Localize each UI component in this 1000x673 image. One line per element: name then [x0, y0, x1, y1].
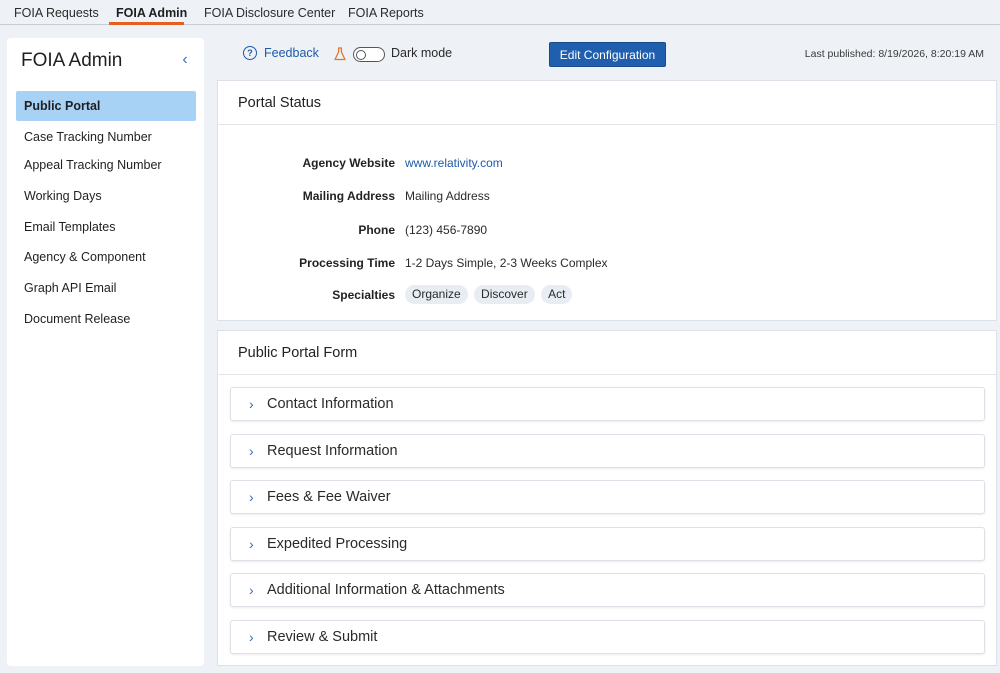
feedback-label: Feedback: [264, 46, 319, 60]
field-label: Specialties: [332, 288, 395, 302]
sidebar-title: FOIA Admin: [21, 50, 123, 71]
section-label: Expedited Processing: [267, 536, 408, 552]
field-label: Processing Time: [299, 256, 395, 270]
section-label: Review & Submit: [267, 629, 378, 645]
active-tab-indicator: [109, 22, 184, 25]
specialty-chip: Organize: [405, 285, 468, 304]
dark-mode-toggle[interactable]: [353, 47, 385, 62]
sidebar-item-email-templates[interactable]: Email Templates: [16, 212, 196, 242]
edit-configuration-button[interactable]: Edit Configuration: [549, 42, 666, 67]
sidebar-item-public-portal[interactable]: Public Portal: [16, 91, 196, 121]
help-circle-icon: ?: [243, 46, 257, 60]
field-value: Mailing Address: [405, 189, 490, 203]
field-label: Agency Website: [302, 156, 395, 170]
tab-foia-reports[interactable]: FOIA Reports: [348, 6, 424, 20]
status-row-agency-website: Agency Website www.relativity.com: [218, 154, 998, 172]
field-value: (123) 456-7890: [405, 223, 488, 237]
portal-status-card: Portal Status Agency Website www.relativ…: [217, 80, 997, 321]
portal-status-title: Portal Status: [218, 81, 996, 125]
agency-website-link[interactable]: www.relativity.com: [405, 156, 503, 170]
status-row-specialties: Specialties Organize Discover Act: [218, 285, 998, 307]
sidebar-item-case-tracking-number[interactable]: Case Tracking Number: [16, 122, 196, 152]
top-navigation: FOIA Requests FOIA Admin FOIA Disclosure…: [0, 0, 1000, 25]
section-contact-information[interactable]: › Contact Information: [230, 387, 985, 421]
section-additional-information-attachments[interactable]: › Additional Information & Attachments: [230, 573, 985, 607]
chevron-right-icon: ›: [249, 536, 254, 552]
field-label: Mailing Address: [302, 189, 395, 203]
section-label: Request Information: [267, 443, 398, 459]
section-label: Additional Information & Attachments: [267, 582, 505, 598]
field-label: Phone: [358, 223, 395, 237]
chevron-right-icon: ›: [249, 443, 254, 459]
chevron-left-icon[interactable]: ‹: [177, 51, 193, 69]
feedback-link[interactable]: ? Feedback: [243, 46, 319, 60]
tab-foia-admin[interactable]: FOIA Admin: [116, 6, 187, 20]
sidebar-item-document-release[interactable]: Document Release: [16, 304, 196, 334]
section-fees-fee-waiver[interactable]: › Fees & Fee Waiver: [230, 480, 985, 514]
toggle-knob: [356, 49, 366, 60]
section-label: Contact Information: [267, 396, 394, 412]
status-row-phone: Phone (123) 456-7890: [218, 221, 998, 239]
status-row-processing-time: Processing Time 1-2 Days Simple, 2-3 Wee…: [218, 254, 998, 272]
section-label: Fees & Fee Waiver: [267, 489, 391, 505]
public-portal-form-card: Public Portal Form › Contact Information…: [217, 330, 997, 666]
chevron-right-icon: ›: [249, 582, 254, 598]
section-expedited-processing[interactable]: › Expedited Processing: [230, 527, 985, 561]
flask-icon: [334, 47, 346, 61]
sidebar-item-working-days[interactable]: Working Days: [16, 181, 196, 211]
field-value: 1-2 Days Simple, 2-3 Weeks Complex: [405, 256, 608, 270]
sidebar-item-agency-component[interactable]: Agency & Component: [16, 242, 196, 272]
last-published-timestamp: Last published: 8/19/2026, 8:20:19 AM: [804, 48, 984, 60]
section-request-information[interactable]: › Request Information: [230, 434, 985, 468]
sidebar: FOIA Admin ‹ Public Portal Case Tracking…: [7, 38, 204, 666]
specialty-chip: Act: [541, 285, 573, 304]
dark-mode-label: Dark mode: [391, 46, 453, 60]
tab-foia-requests[interactable]: FOIA Requests: [14, 6, 99, 20]
specialty-chip: Discover: [474, 285, 535, 304]
sidebar-item-appeal-tracking-number[interactable]: Appeal Tracking Number: [16, 150, 196, 180]
section-review-submit[interactable]: › Review & Submit: [230, 620, 985, 654]
sidebar-item-graph-api-email[interactable]: Graph API Email: [16, 273, 196, 303]
chevron-right-icon: ›: [249, 396, 254, 412]
tab-foia-disclosure-center[interactable]: FOIA Disclosure Center: [204, 6, 335, 20]
status-row-mailing-address: Mailing Address Mailing Address: [218, 187, 998, 205]
public-portal-form-title: Public Portal Form: [218, 331, 996, 375]
chevron-right-icon: ›: [249, 489, 254, 505]
toolbar: ? Feedback Dark mode Edit Configuration …: [217, 38, 1000, 74]
specialties-chips: Organize Discover Act: [405, 285, 575, 304]
chevron-right-icon: ›: [249, 629, 254, 645]
